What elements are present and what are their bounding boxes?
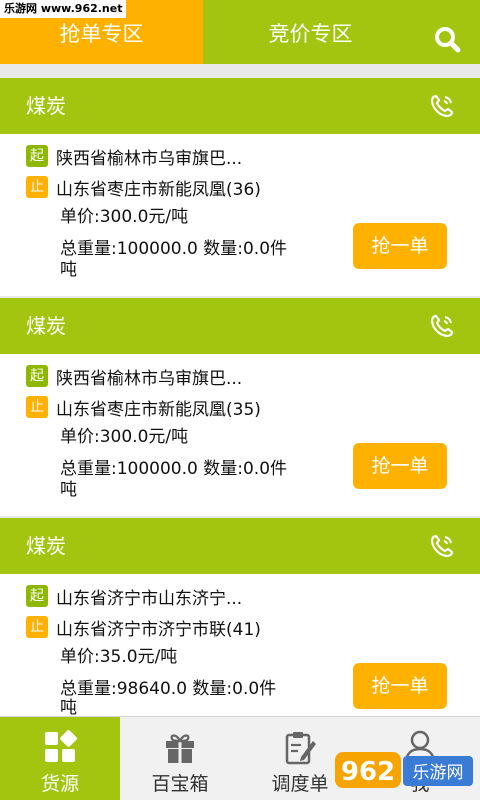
start-tag: 起 <box>26 365 48 387</box>
grab-order-button[interactable]: 抢一单 <box>353 663 447 709</box>
weight-quantity: 总重量:100000.0 数量:0.0件 <box>60 239 288 259</box>
order-card: 煤炭 起 陕西省榆林市乌审旗巴... 止 山东省枣庄市新能凤凰(35) 单价:3… <box>0 298 480 516</box>
weight-quantity: 总重量:100000.0 数量:0.0件 <box>60 459 288 479</box>
nav-label: 货源 <box>40 773 79 795</box>
end-place: 山东省济宁市济宁市联(41) <box>56 619 261 640</box>
start-place-row: 起 陕西省榆林市乌审旗巴... <box>26 143 242 169</box>
start-place-row: 起 陕西省榆林市乌审旗巴... <box>26 363 242 389</box>
clipboard-icon <box>285 732 316 765</box>
weight-quantity: 总重量:98640.0 数量:0.0件 <box>60 679 277 699</box>
card-header: 煤炭 <box>0 78 480 134</box>
phone-icon[interactable] <box>428 92 456 120</box>
weight-unit: 吨 <box>60 260 77 280</box>
start-tag: 起 <box>26 145 48 167</box>
end-place: 山东省枣庄市新能凤凰(35) <box>56 399 261 420</box>
start-place: 陕西省榆林市乌审旗巴... <box>56 368 243 389</box>
svg-text:乐游网: 乐游网 <box>413 763 464 783</box>
grid-icon <box>45 730 77 762</box>
site-watermark: 乐游网 www.962.net <box>0 0 127 18</box>
end-tag: 止 <box>26 616 48 638</box>
unit-price: 单价:300.0元/吨 <box>60 207 189 227</box>
start-place: 山东省济宁市山东济宁... <box>56 588 243 609</box>
order-card: 煤炭 起 山东省济宁市山东济宁... 止 山东省济宁市济宁市联(41) 单价:3… <box>0 518 480 718</box>
start-place: 陕西省榆林市乌审旗巴... <box>56 148 243 169</box>
nav-item-toolbox[interactable]: 百宝箱 <box>120 717 240 800</box>
end-place-row: 止 山东省枣庄市新能凤凰(36) <box>26 174 261 200</box>
nav-item-supply[interactable]: 货源 <box>0 717 120 800</box>
unit-price: 单价:35.0元/吨 <box>60 647 178 667</box>
nav-label: 百宝箱 <box>151 773 209 795</box>
tab-bidding[interactable]: 竞价专区 <box>203 0 418 64</box>
phone-icon[interactable] <box>428 532 456 560</box>
grab-order-button[interactable]: 抢一单 <box>353 223 447 269</box>
weight-unit: 吨 <box>60 480 77 500</box>
end-place-row: 止 山东省济宁市济宁市联(41) <box>26 614 261 640</box>
card-header: 煤炭 <box>0 298 480 354</box>
card-category: 煤炭 <box>26 94 66 118</box>
unit-price: 单价:300.0元/吨 <box>60 427 189 447</box>
end-place: 山东省枣庄市新能凤凰(36) <box>56 179 261 200</box>
gift-icon <box>166 734 194 763</box>
watermark-logo: 962 乐游网 <box>335 752 473 788</box>
order-card: 煤炭 起 陕西省榆林市乌审旗巴... 止 山东省枣庄市新能凤凰(36) 单价:3… <box>0 78 480 296</box>
search-icon[interactable] <box>430 22 466 58</box>
card-category: 煤炭 <box>26 314 66 338</box>
start-place-row: 起 山东省济宁市山东济宁... <box>26 583 242 609</box>
card-category: 煤炭 <box>26 534 66 558</box>
end-tag: 止 <box>26 176 48 198</box>
svg-text:962: 962 <box>341 757 395 787</box>
card-header: 煤炭 <box>0 518 480 574</box>
phone-icon[interactable] <box>428 312 456 340</box>
end-place-row: 止 山东省枣庄市新能凤凰(35) <box>26 394 261 420</box>
start-tag: 起 <box>26 585 48 607</box>
grab-order-button[interactable]: 抢一单 <box>353 443 447 489</box>
end-tag: 止 <box>26 396 48 418</box>
